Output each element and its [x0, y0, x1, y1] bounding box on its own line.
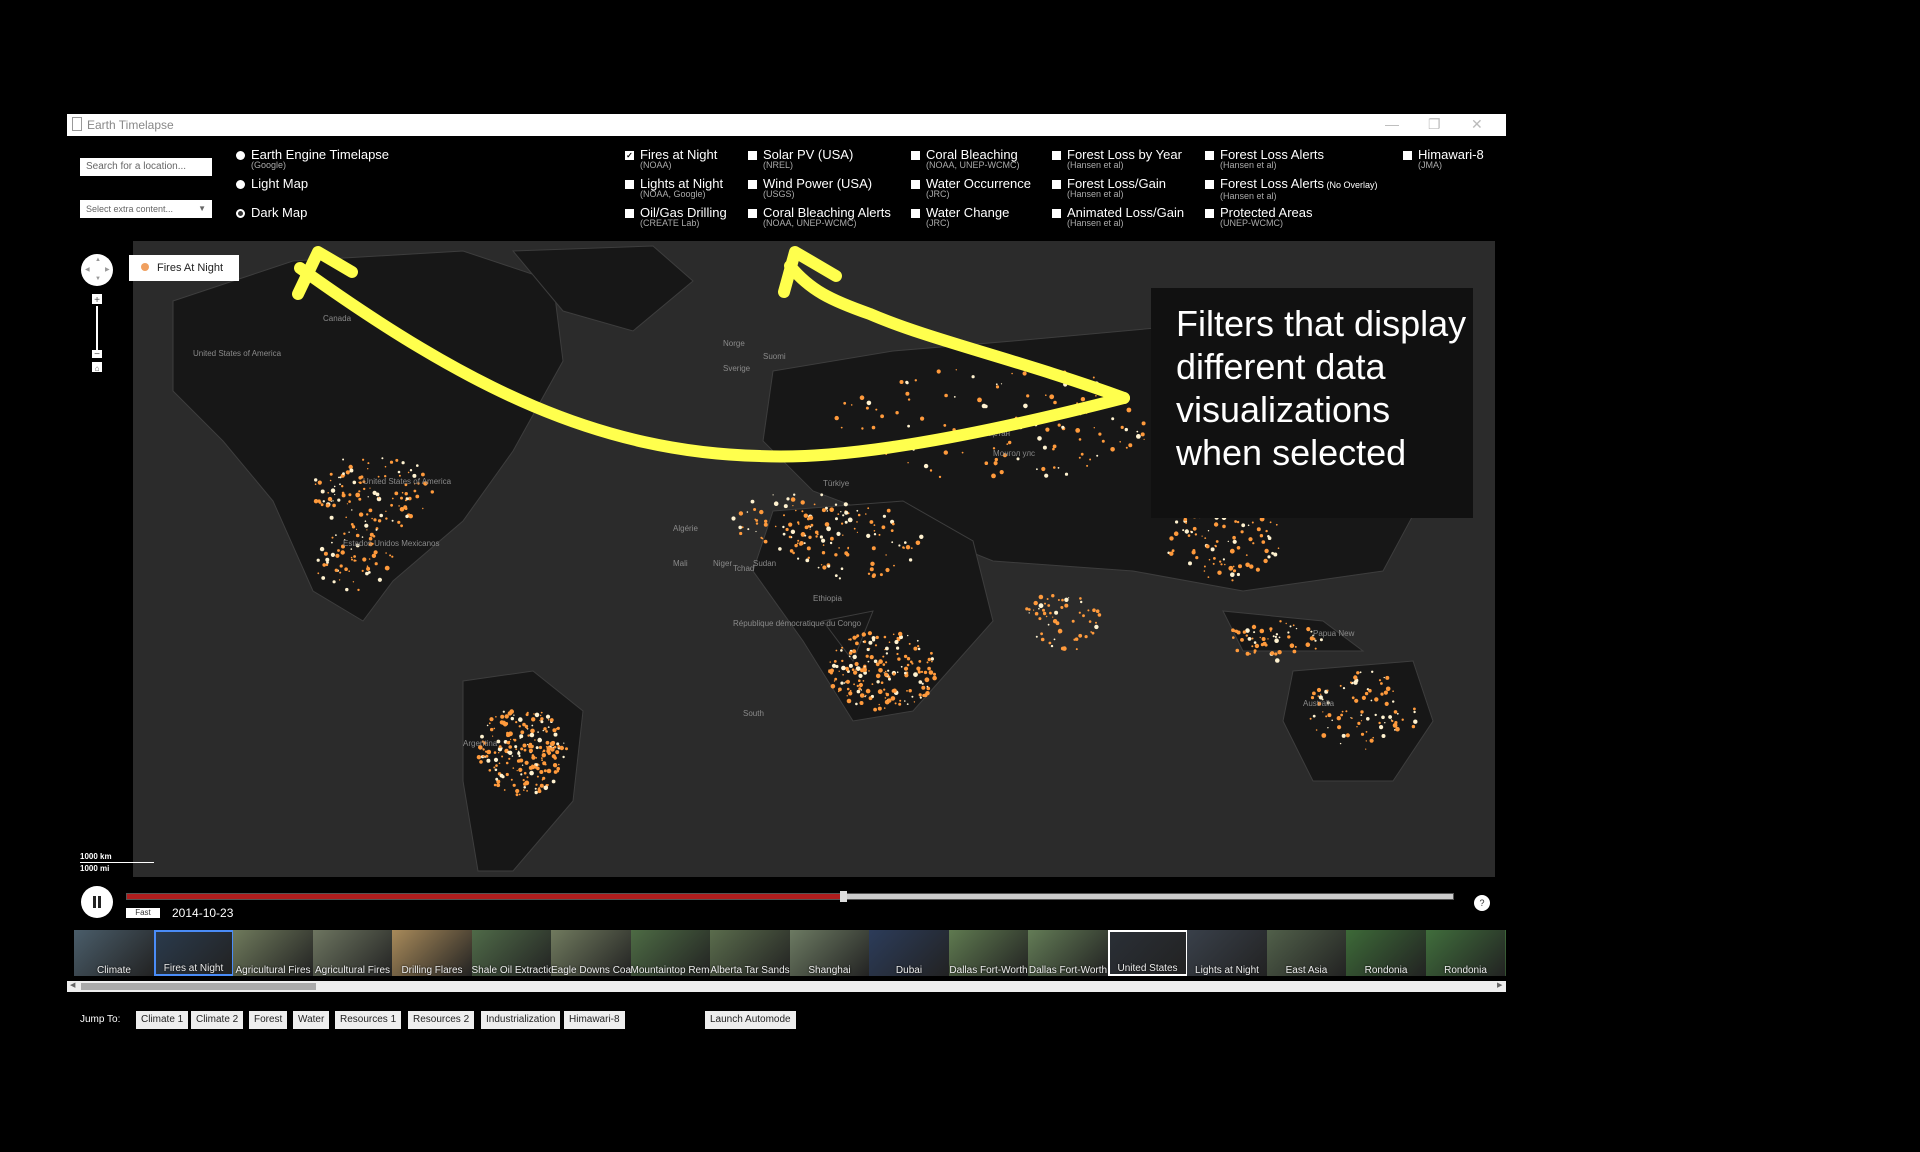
annotation-arrow-right [784, 260, 1130, 404]
annotation-arrows [292, 246, 1130, 463]
